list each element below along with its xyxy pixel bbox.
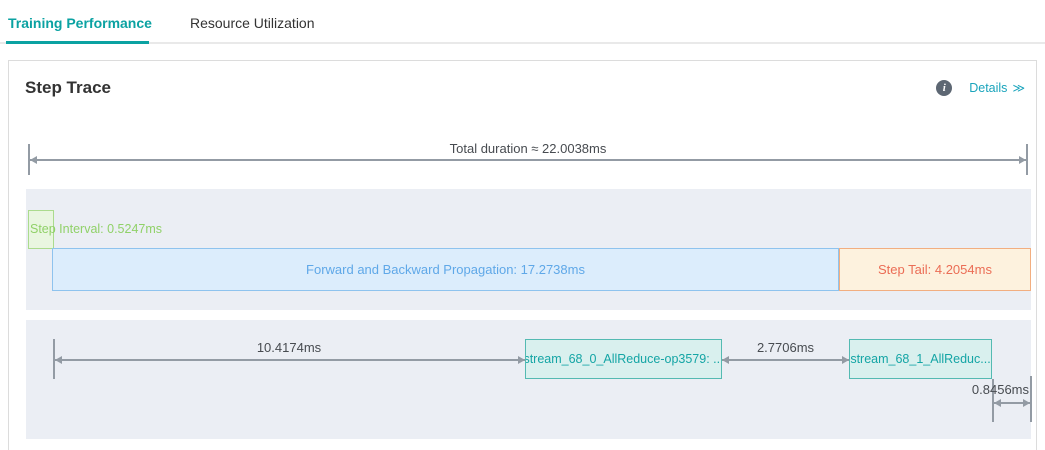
step-breakdown-band: Step Interval: 0.5247ms Forward and Back… [26,189,1031,310]
tab-resource-utilization-label: Resource Utilization [190,15,315,31]
pre-allreduce-duration-label: 10.4174ms [53,340,525,355]
tab-bar: Training Performance Resource Utilizatio… [0,0,1045,44]
info-icon[interactable]: i [936,80,952,96]
allreduce-band: 10.4174ms stream_68_0_AllReduce-op3579: … [26,320,1031,439]
stream-68-1-allreduce-box: stream_68_1_AllReduc... [849,339,992,379]
arrowhead-left-icon [55,356,62,364]
stream-68-0-allreduce-label: stream_68_0_AllReduce-op3579: ... [525,352,722,366]
tab-resource-utilization[interactable]: Resource Utilization [190,15,315,31]
arrowhead-right-icon [1023,399,1030,407]
card-title: Step Trace [25,78,111,98]
active-tab-underline [6,41,149,44]
step-trace-card: Step Trace i Details ≫ Total duration ≈ … [8,60,1037,450]
tabbar-divider [0,42,1045,44]
card-actions: i Details ≫ [936,80,1024,96]
dimension-line [30,159,1026,161]
stream-68-0-allreduce-box: stream_68_0_AllReduce-op3579: ... [525,339,722,379]
step-tail-label: Step Tail: 4.2054ms [878,262,992,277]
details-link[interactable]: Details ≫ [969,81,1024,95]
chevron-double-right-icon: ≫ [1012,81,1024,95]
info-icon-glyph: i [943,82,946,94]
post-allreduce-dimension: 0.8456ms [992,376,1032,422]
between-allreduce-duration-label: 2.7706ms [722,340,849,355]
dimension-line [722,359,849,361]
tab-training-performance-label: Training Performance [8,15,152,31]
post-allreduce-duration-label: 0.8456ms [972,382,1029,397]
total-duration-label: Total duration ≈ 22.0038ms [28,141,1028,156]
between-allreduce-dimension: 2.7706ms [722,339,849,379]
arrowhead-right-icon [518,356,525,364]
arrowhead-left-icon [994,399,1001,407]
stream-68-1-allreduce-label: stream_68_1_AllReduc... [850,352,990,366]
tab-training-performance[interactable]: Training Performance [8,15,152,31]
arrowhead-right-icon [1019,156,1026,164]
dimension-end-bar-right [1030,376,1032,422]
forward-backward-propagation-box: Forward and Backward Propagation: 17.273… [52,248,839,291]
page: Training Performance Resource Utilizatio… [0,0,1045,450]
forward-backward-propagation-label: Forward and Backward Propagation: 17.273… [306,262,585,277]
arrowhead-right-icon [842,356,849,364]
arrowhead-left-icon [722,356,729,364]
dimension-line [55,359,525,361]
arrowhead-left-icon [30,156,37,164]
total-duration-dimension: Total duration ≈ 22.0038ms [28,141,1028,176]
details-link-label: Details [969,81,1007,95]
step-tail-box: Step Tail: 4.2054ms [839,248,1031,291]
step-interval-label: Step Interval: 0.5247ms [30,222,162,236]
pre-allreduce-dimension: 10.4174ms [53,339,525,379]
